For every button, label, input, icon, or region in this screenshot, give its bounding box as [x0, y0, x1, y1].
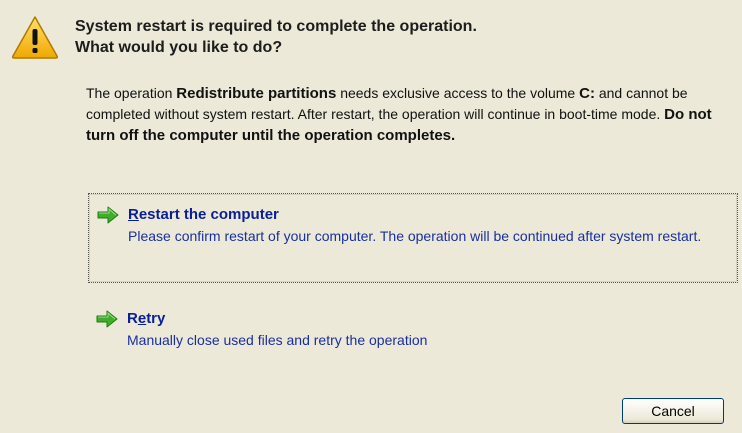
restart-computer-option[interactable]: Restart the computer Please confirm rest…	[88, 193, 738, 283]
operation-description: The operation Redistribute partitions ne…	[86, 83, 736, 146]
retry-option[interactable]: Retry Manually close used files and retr…	[88, 303, 738, 363]
retry-description: Manually close used files and retry the …	[127, 332, 428, 348]
dialog-header: System restart is required to complete t…	[0, 0, 742, 75]
green-arrow-icon	[96, 310, 118, 328]
retry-title-pre: R	[127, 310, 138, 327]
heading-line-2: What would you like to do?	[75, 39, 283, 56]
retry-title-text: try	[146, 310, 166, 327]
volume-label: C:	[579, 85, 595, 102]
restart-computer-description: Please confirm restart of your computer.…	[128, 228, 702, 244]
warning-icon	[11, 16, 59, 59]
retry-title[interactable]: Retry	[127, 310, 165, 327]
desc-text-1: The operation	[86, 85, 177, 101]
restart-computer-title[interactable]: Restart the computer	[128, 206, 279, 223]
green-arrow-icon	[97, 206, 119, 224]
desc-text-2: needs exclusive access to the volume	[336, 85, 580, 101]
restart-hotkey: R	[128, 206, 139, 223]
dialog-heading: System restart is required to complete t…	[75, 16, 477, 58]
retry-hotkey: e	[137, 310, 147, 327]
restart-title-text: estart the computer	[138, 206, 279, 223]
heading-line-1: System restart is required to complete t…	[75, 18, 477, 35]
cancel-button[interactable]: Cancel	[622, 398, 724, 424]
operation-name: Redistribute partitions	[176, 85, 337, 102]
